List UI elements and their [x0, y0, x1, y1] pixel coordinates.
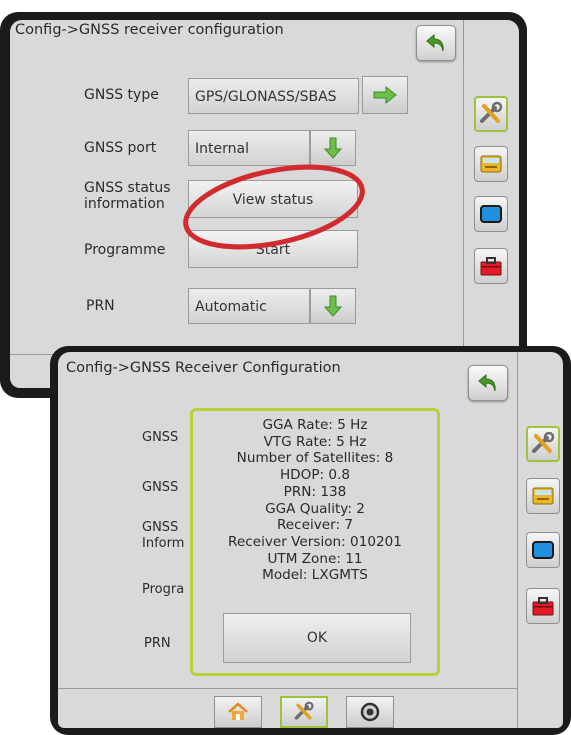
gnss-port-label: GNSS port — [84, 140, 157, 156]
sidebar-item-display[interactable] — [474, 196, 508, 232]
status-utm-zone: UTM Zone: 11 — [267, 550, 363, 567]
sidebar-item-console[interactable] — [526, 478, 560, 514]
status-gga-quality: GGA Quality: 2 — [265, 500, 365, 517]
prn-dropdown-button[interactable] — [310, 288, 356, 324]
display-icon — [532, 541, 554, 559]
programme-label: Progra — [142, 582, 185, 597]
arrow-down-icon — [323, 137, 343, 159]
view-status-button[interactable]: View status — [188, 180, 358, 218]
programme-start-button[interactable]: Start — [188, 230, 358, 268]
back-arrow-icon — [426, 33, 444, 52]
gnss-type-field[interactable]: GPS/GLONASS/SBAS — [188, 78, 359, 114]
status-gga-rate: GGA Rate: 5 Hz — [262, 417, 368, 433]
arrow-right-icon — [373, 85, 397, 105]
programme-label: Programme — [84, 242, 166, 258]
gnss-port-field[interactable]: Internal — [188, 130, 310, 166]
status-lines: GGA Rate: 5 Hz VTG Rate: 5 Hz Number of … — [193, 417, 437, 584]
gnss-type-label: GNSS — [142, 430, 179, 445]
page-title: Config->GNSS receiver configuration — [15, 22, 284, 38]
sidebar-item-configuration[interactable] — [526, 426, 560, 462]
tools-icon — [532, 431, 555, 453]
gnss-status-dialog: GGA Rate: 5 Hz VTG Rate: 5 Hz Number of … — [190, 408, 440, 676]
popup-page-title: Config->GNSS Receiver Configuration — [66, 360, 341, 376]
sidebar-divider — [463, 20, 464, 388]
home-icon — [228, 702, 248, 720]
sidebar-item-tools[interactable] — [526, 588, 560, 624]
console-icon — [480, 155, 502, 173]
console-icon — [532, 487, 554, 505]
sidebar-item-display[interactable] — [526, 532, 560, 568]
ok-button[interactable]: OK — [223, 613, 411, 663]
status-receiver-version: Receiver Version: 010201 — [228, 533, 402, 550]
tools-icon — [480, 101, 503, 123]
tab-operation[interactable] — [346, 696, 394, 728]
status-model: Model: LXGMTS — [262, 567, 368, 584]
gnss-status-label: GNSS status information — [84, 180, 171, 212]
sidebar-item-configuration[interactable] — [474, 96, 508, 132]
status-satellites: Number of Satellites: 8 — [236, 450, 394, 467]
gnss-type-label: GNSS type — [84, 87, 159, 103]
arrow-down-icon — [323, 295, 343, 317]
display-icon — [480, 205, 502, 223]
gnss-status-label-line2: Inform — [142, 536, 185, 551]
prn-label: PRN — [86, 298, 115, 314]
sidebar-divider — [517, 352, 518, 728]
gnss-port-dropdown-button[interactable] — [310, 130, 356, 166]
toolbox-icon — [480, 257, 502, 276]
status-vtg-rate: VTG Rate: 5 Hz — [263, 433, 367, 450]
toolbox-icon — [532, 597, 554, 616]
sidebar-item-tools[interactable] — [474, 248, 508, 284]
gnss-type-next-button[interactable] — [362, 76, 408, 114]
gnss-status-label: GNSS — [142, 520, 179, 535]
back-button[interactable] — [416, 25, 456, 61]
gnss-port-label: GNSS — [142, 480, 179, 495]
prn-label: PRN — [144, 636, 171, 651]
top-screen: Config->GNSS receiver configuration GNSS… — [10, 20, 519, 388]
footer-divider — [58, 688, 517, 689]
back-button[interactable] — [468, 365, 508, 401]
status-receiver: Receiver: 7 — [276, 517, 354, 534]
tab-home[interactable] — [214, 696, 262, 728]
tools-icon — [294, 701, 314, 720]
status-prn: PRN: 138 — [283, 483, 347, 500]
status-hdop: HDOP: 0.8 — [279, 467, 351, 484]
tab-configuration[interactable] — [280, 696, 328, 728]
prn-field[interactable]: Automatic — [188, 288, 310, 324]
back-arrow-icon — [478, 373, 496, 392]
gauge-icon — [360, 702, 380, 722]
sidebar-item-console[interactable] — [474, 146, 508, 182]
